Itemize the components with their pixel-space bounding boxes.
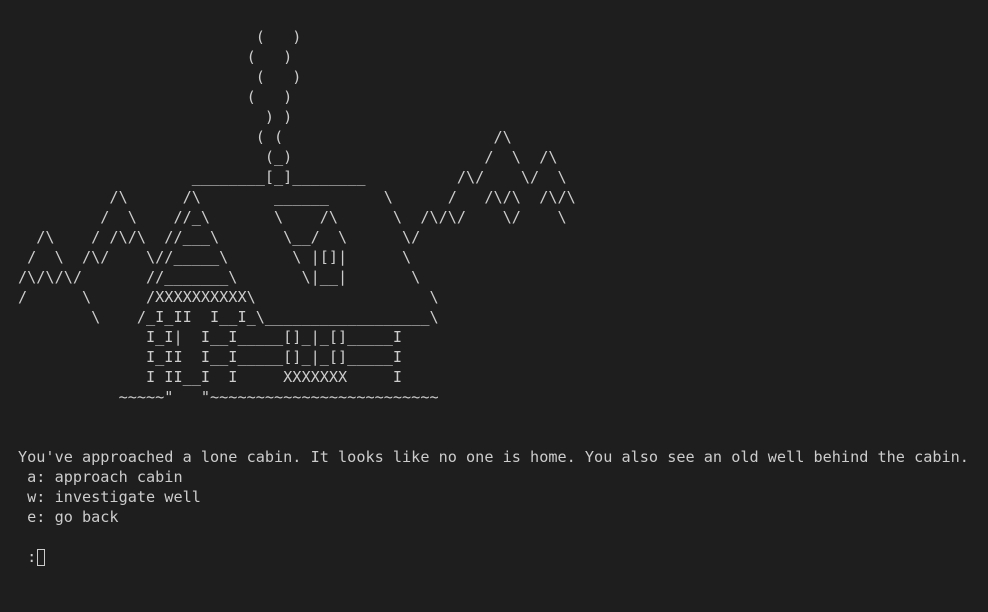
option-investigate-well: w: investigate well bbox=[18, 488, 201, 506]
scene-description: You've approached a lone cabin. It looks… bbox=[18, 448, 969, 466]
choice-list: a: approach cabin w: investigate well e:… bbox=[18, 467, 988, 527]
cabin-ascii-art: ( ) ( ) ( ) ( ) ) ) ( ( /\ (_) / \ /\ __… bbox=[18, 28, 576, 406]
text-cursor[interactable] bbox=[37, 548, 46, 566]
option-approach-cabin: a: approach cabin bbox=[18, 468, 183, 486]
terminal-window[interactable]: ( ) ( ) ( ) ( ) ) ) ( ( /\ (_) / \ /\ __… bbox=[0, 0, 988, 612]
prompt-symbol: : bbox=[18, 548, 37, 566]
option-go-back: e: go back bbox=[18, 508, 119, 526]
input-prompt[interactable]: : bbox=[18, 547, 988, 567]
